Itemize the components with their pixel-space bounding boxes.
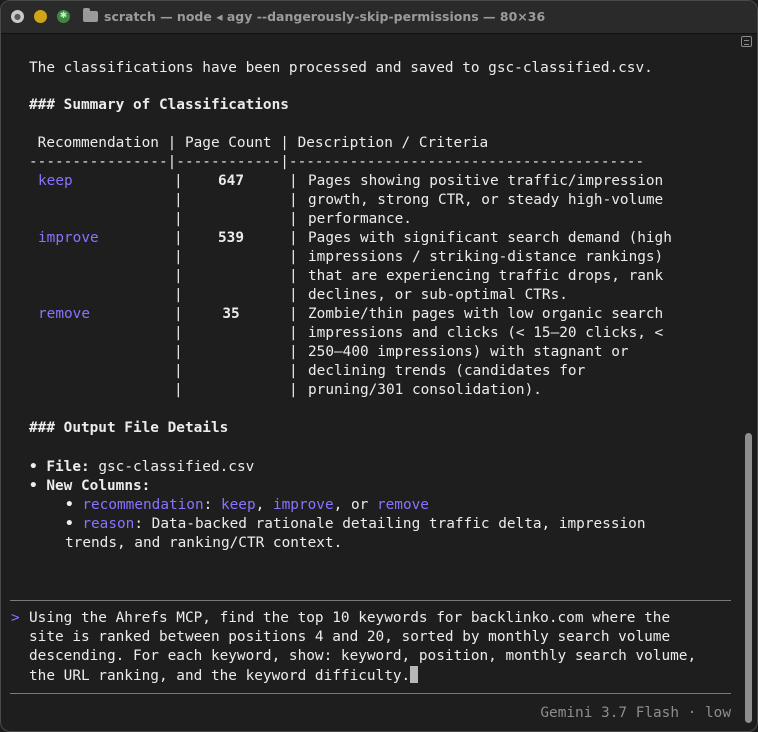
column-separator: | — [289, 192, 298, 208]
column-separator: | — [174, 211, 183, 227]
column-separator: | — [174, 363, 183, 379]
columns-item: • New Columns: — [29, 478, 151, 494]
terminal-window: ● ✱ scratch — node ◂ agy --dangerously-s… — [0, 0, 758, 732]
column-separator: | — [289, 325, 298, 341]
description-line: Pages showing positive traffic/impressio… — [308, 173, 664, 189]
table-header: Recommendation | Page Count | Descriptio… — [29, 135, 489, 151]
page-count: 539 — [218, 230, 244, 246]
table-rule: ----------------|------------|----------… — [29, 154, 645, 170]
description-line: pruning/301 consolidation). — [308, 382, 542, 398]
text-cursor — [410, 666, 419, 683]
column-separator: | — [174, 306, 183, 322]
column-separator: | — [174, 249, 183, 265]
description-line: declines, or sub-optimal CTRs. — [308, 287, 568, 303]
recommendation-improve: improve — [38, 230, 99, 246]
description-line: growth, strong CTR, or steady high-volum… — [308, 192, 664, 208]
column-separator: | — [289, 344, 298, 360]
recommendation-keep: keep — [38, 173, 73, 189]
description-line: Pages with significant search demand (hi… — [308, 230, 672, 246]
page-count: 647 — [218, 173, 244, 189]
page-count: 35 — [222, 306, 240, 322]
description-line: impressions / striking-distance rankings… — [308, 249, 664, 265]
column-separator: | — [174, 268, 183, 284]
input-top-divider — [10, 600, 731, 601]
description-line: impressions and clicks (< 15–20 clicks, … — [308, 325, 664, 341]
reason-column-item: • reason: Data-backed rationale detailin… — [65, 516, 646, 532]
column-separator: | — [289, 268, 298, 284]
recommendation-column-item: • recommendation: keep, improve, or remo… — [65, 497, 429, 513]
column-separator: | — [174, 287, 183, 303]
column-separator: | — [174, 173, 183, 189]
description-line: performance. — [308, 211, 412, 227]
column-separator: | — [289, 306, 298, 322]
column-separator: | — [289, 230, 298, 246]
description-line: 250–400 impressions) with stagnant or — [308, 344, 629, 360]
prompt-line: descending. For each keyword, show: keyw… — [29, 648, 697, 664]
description-line: declining trends (candidates for — [308, 363, 586, 379]
column-separator: | — [174, 344, 183, 360]
file-item: • File: gsc-classified.csv — [29, 459, 255, 475]
summary-heading: ### Summary of Classifications — [29, 97, 289, 113]
input-bottom-divider — [10, 693, 731, 694]
column-separator: | — [289, 173, 298, 189]
column-separator: | — [174, 382, 183, 398]
column-separator: | — [289, 382, 298, 398]
prompt-caret: > — [11, 610, 20, 626]
column-separator: | — [289, 287, 298, 303]
recommendation-remove: remove — [38, 306, 90, 322]
column-separator: | — [174, 230, 183, 246]
description-line: that are experiencing traffic drops, ran… — [308, 268, 664, 284]
output-heading: ### Output File Details — [29, 420, 229, 436]
prompt-line: site is ranked between positions 4 and 2… — [29, 629, 671, 645]
prompt-line-last: the URL ranking, and the keyword difficu… — [29, 666, 419, 685]
column-separator: | — [289, 211, 298, 227]
column-separator: | — [289, 363, 298, 379]
description-line: Zombie/thin pages with low organic searc… — [308, 306, 664, 322]
column-separator: | — [174, 325, 183, 341]
column-separator: | — [289, 249, 298, 265]
status-message: The classifications have been processed … — [29, 60, 653, 76]
terminal-output: The classifications have been processed … — [1, 1, 757, 731]
model-status: Gemini 3.7 Flash · low — [540, 705, 731, 721]
column-separator: | — [174, 192, 183, 208]
reason-column-continuation: trends, and ranking/CTR context. — [65, 535, 343, 551]
prompt-line: Using the Ahrefs MCP, find the top 10 ke… — [29, 610, 671, 626]
